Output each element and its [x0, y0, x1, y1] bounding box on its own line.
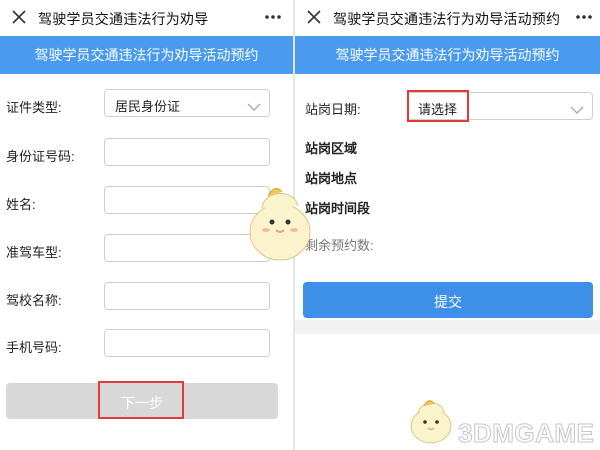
school-name-input[interactable]	[104, 282, 270, 310]
duty-area-label: 站岗区域	[305, 141, 358, 156]
next-step-label: 下一步	[121, 395, 163, 411]
left-banner: 驾驶学员交通违法行为劝导活动预约	[0, 36, 293, 74]
id-type-select[interactable]: 居民身份证	[104, 89, 270, 117]
right-screen: 驾驶学员交通违法行为劝导活动预约 驾驶学员交通违法行为劝导活动预约 站岗日期: …	[295, 0, 600, 450]
left-page-title: 驾驶学员交通违法行为劝导	[38, 11, 209, 27]
duty-date-select[interactable]: 请选择	[407, 92, 593, 120]
next-step-button[interactable]: 下一步	[6, 383, 278, 419]
submit-label: 提交	[434, 294, 462, 310]
close-icon[interactable]	[8, 6, 30, 28]
phone-input[interactable]	[104, 329, 270, 357]
close-icon[interactable]	[303, 6, 325, 28]
right-banner: 驾驶学员交通违法行为劝导活动预约	[295, 36, 600, 74]
chevron-down-icon	[247, 99, 261, 111]
id-type-value: 居民身份证	[115, 99, 181, 114]
more-dots-icon[interactable]	[574, 10, 594, 24]
watermark-mascot-image	[410, 400, 452, 444]
more-dots-icon[interactable]	[263, 10, 283, 24]
chevron-down-icon	[570, 102, 584, 114]
phone-label: 手机号码:	[6, 340, 62, 355]
id-type-label: 证件类型:	[6, 100, 62, 115]
id-number-input[interactable]	[104, 138, 270, 166]
school-name-label: 驾校名称:	[6, 293, 62, 308]
name-label: 姓名:	[6, 197, 36, 212]
submit-button[interactable]: 提交	[303, 282, 593, 318]
left-title-bar: 驾驶学员交通违法行为劝导	[0, 0, 293, 36]
watermark-text: 3DMGAME	[457, 418, 595, 449]
license-class-label: 准驾车型:	[6, 245, 62, 260]
id-number-label: 身份证号码:	[6, 149, 75, 164]
mascot-image	[249, 188, 311, 261]
duty-date-label: 站岗日期:	[305, 102, 361, 117]
right-page-title: 驾驶学员交通违法行为劝导活动预约	[333, 11, 561, 27]
right-title-bar: 驾驶学员交通违法行为劝导活动预约	[295, 0, 600, 36]
footer-strip	[295, 320, 600, 334]
duty-date-placeholder: 请选择	[418, 102, 458, 117]
